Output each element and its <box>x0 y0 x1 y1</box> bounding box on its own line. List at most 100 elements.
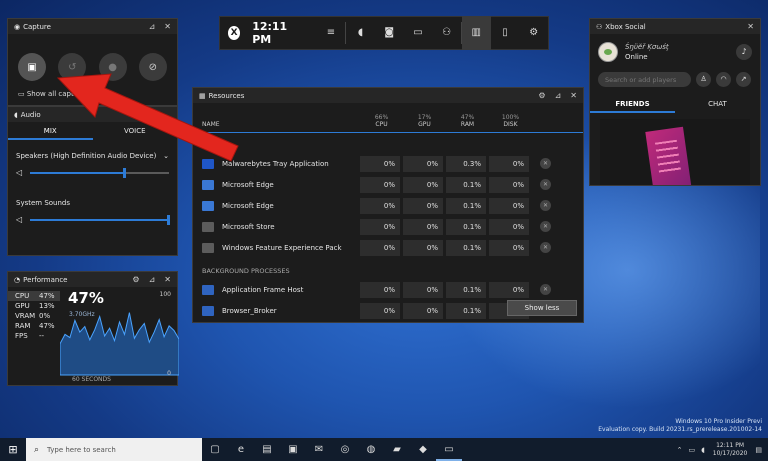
show-all-captures-link[interactable]: ▭ Show all captures <box>18 90 177 98</box>
perf-metric-value: 47% <box>39 292 55 300</box>
resources-titlebar: ▦ Resources ⚙ ⊿ ✕ <box>193 88 583 103</box>
settings-icon[interactable]: ⚙ <box>538 91 545 100</box>
tab-chat[interactable]: CHAT <box>675 95 760 113</box>
watermark-line-1: Windows 10 Pro Insider Previ <box>675 418 762 425</box>
tab-mix[interactable]: MIX <box>8 122 93 140</box>
column-cpu[interactable]: 66% CPU <box>360 114 403 128</box>
tab-voice[interactable]: VOICE <box>93 122 178 140</box>
capture-widget-icon[interactable]: ◙ <box>375 16 404 50</box>
device-volume-slider[interactable] <box>30 167 169 178</box>
pin-icon[interactable]: ⊿ <box>149 275 156 284</box>
taskbar-time: 12:11 PM <box>716 441 745 449</box>
close-icon[interactable]: ✕ <box>570 91 577 100</box>
close-icon[interactable]: ✕ <box>164 275 171 284</box>
perf-metric-gpu[interactable]: GPU 13% <box>8 301 60 311</box>
store-icon[interactable]: ▣ <box>280 438 306 461</box>
add-friend-icon[interactable]: ♙ <box>696 72 711 87</box>
resources-widget-icon[interactable]: ▥ <box>461 16 491 50</box>
settings-icon[interactable]: ⚙ <box>519 16 548 50</box>
column-ram[interactable]: 47% RAM <box>446 114 489 128</box>
volume-icon[interactable]: ◖ <box>701 446 705 454</box>
perf-metric-value: -- <box>39 332 45 340</box>
performance-title: Performance <box>23 275 68 284</box>
show-all-captures-label: Show all captures <box>26 90 89 98</box>
pin-icon[interactable]: ⊿ <box>555 91 562 100</box>
apps-list: Malwarebytes Tray Application 0% 0% 0.3% 0% ✕… <box>193 153 583 258</box>
end-task-icon[interactable]: ✕ <box>540 158 551 169</box>
app-icon <box>202 158 214 169</box>
settings-icon[interactable]: ⚙ <box>132 275 139 284</box>
mouse-icon[interactable]: ▯ <box>491 16 520 50</box>
perf-metric-fps[interactable]: FPS -- <box>8 331 60 341</box>
xbox-game-bar-icon[interactable]: ▭ <box>436 438 462 461</box>
avatar[interactable] <box>598 42 618 62</box>
perf-metric-cpu[interactable]: CPU 47% <box>8 291 60 301</box>
player-search-input[interactable] <box>598 72 691 87</box>
gpu-value: 0% <box>403 218 443 235</box>
section-apps: APPS <box>202 141 219 149</box>
gpu-value: 0% <box>403 239 443 256</box>
column-name[interactable]: NAME <box>193 121 360 128</box>
screenshot-button[interactable]: ▣ <box>18 53 47 81</box>
network-icon[interactable]: ▭ <box>688 446 695 454</box>
folder-icon[interactable]: ▰ <box>384 438 410 461</box>
close-icon[interactable]: ✕ <box>164 22 171 31</box>
column-disk[interactable]: 100% DISK <box>489 114 532 128</box>
chevron-down-icon[interactable]: ⌄ <box>163 152 169 160</box>
edge-icon[interactable]: e <box>228 438 254 461</box>
notification-bell-icon[interactable]: ♪ <box>736 44 752 60</box>
close-icon[interactable]: ✕ <box>747 22 754 31</box>
table-row[interactable]: Microsoft Edge 0% 0% 0.1% 0% ✕ <box>193 195 583 216</box>
record-last-button[interactable]: ↺ <box>58 53 87 81</box>
chrome-icon[interactable]: ◎ <box>332 438 358 461</box>
chevron-up-icon[interactable]: ⌃ <box>677 446 683 454</box>
process-name: Microsoft Store <box>222 222 275 231</box>
system-volume-knob[interactable] <box>167 214 170 225</box>
app-icon <box>202 179 214 190</box>
end-task-icon[interactable]: ✕ <box>540 200 551 211</box>
taskbar-clock[interactable]: 12:11 PM 10/17/2020 <box>713 442 748 458</box>
device-volume-knob[interactable] <box>122 167 126 178</box>
task-view-icon[interactable]: ▢ <box>202 438 228 461</box>
end-task-icon[interactable]: ✕ <box>540 221 551 232</box>
show-less-button[interactable]: Show less <box>507 300 577 316</box>
table-row[interactable]: Application Frame Host 0% 0% 0.1% 0% ✕ <box>193 279 583 300</box>
end-task-icon[interactable]: ✕ <box>540 179 551 190</box>
menu-icon[interactable]: ≡ <box>317 16 346 50</box>
perf-metric-vram[interactable]: VRAM 0% <box>8 311 60 321</box>
column-gpu[interactable]: 17% GPU <box>403 114 446 128</box>
table-row[interactable]: Malwarebytes Tray Application 0% 0% 0.3% 0% ✕ <box>193 153 583 174</box>
system-volume-slider[interactable] <box>30 214 170 225</box>
taskbar-search[interactable]: ⌕ Type here to search <box>26 438 202 461</box>
xbox-icon[interactable]: X <box>228 26 241 40</box>
tab-friends[interactable]: FRIENDS <box>590 95 675 113</box>
notification-icon[interactable]: ▤ <box>755 446 762 454</box>
record-icon: ● <box>108 61 117 73</box>
perf-metric-label: VRAM <box>15 312 36 320</box>
table-row[interactable]: Microsoft Edge 0% 0% 0.1% 0% ✕ <box>193 174 583 195</box>
file-explorer-icon[interactable]: ▤ <box>254 438 280 461</box>
gpu-value: 0% <box>403 176 443 193</box>
headset-icon[interactable]: ◠ <box>716 72 731 87</box>
end-task-icon[interactable]: ✕ <box>540 242 551 253</box>
gallery-widget-icon[interactable]: ▭ <box>404 16 433 50</box>
table-row[interactable]: Windows Feature Experience Pack 0% 0% 0.1% 0… <box>193 237 583 258</box>
perf-metric-ram[interactable]: RAM 47% <box>8 321 60 331</box>
taskbar-search-placeholder: Type here to search <box>47 445 116 454</box>
firefox-icon[interactable]: ◍ <box>358 438 384 461</box>
table-row[interactable]: Microsoft Store 0% 0% 0.1% 0% ✕ <box>193 216 583 237</box>
audio-widget-icon[interactable]: ◖ <box>346 16 375 50</box>
social-widget-icon[interactable]: ⚇ <box>432 16 461 50</box>
pin-icon[interactable]: ⊿ <box>149 22 156 31</box>
volume-icon: ◁ <box>16 215 23 224</box>
mic-toggle-button[interactable]: ⊘ <box>138 53 167 81</box>
end-task-icon[interactable]: ✕ <box>540 284 551 295</box>
audio-widget: ◖ Audio MIX VOICE Speakers (High Definit… <box>7 106 178 256</box>
start-button[interactable]: ⊞ <box>0 443 26 456</box>
mail-icon[interactable]: ✉ <box>306 438 332 461</box>
capture-widget: ◉ Capture ⊿ ✕ ▣ ↺ ● ⊘ ▭ Show all capture… <box>7 18 178 106</box>
start-recording-button[interactable]: ● <box>98 53 127 81</box>
app-icon[interactable]: ◆ <box>410 438 436 461</box>
process-name: Microsoft Edge <box>222 180 274 189</box>
popout-icon[interactable]: ↗ <box>736 72 751 87</box>
